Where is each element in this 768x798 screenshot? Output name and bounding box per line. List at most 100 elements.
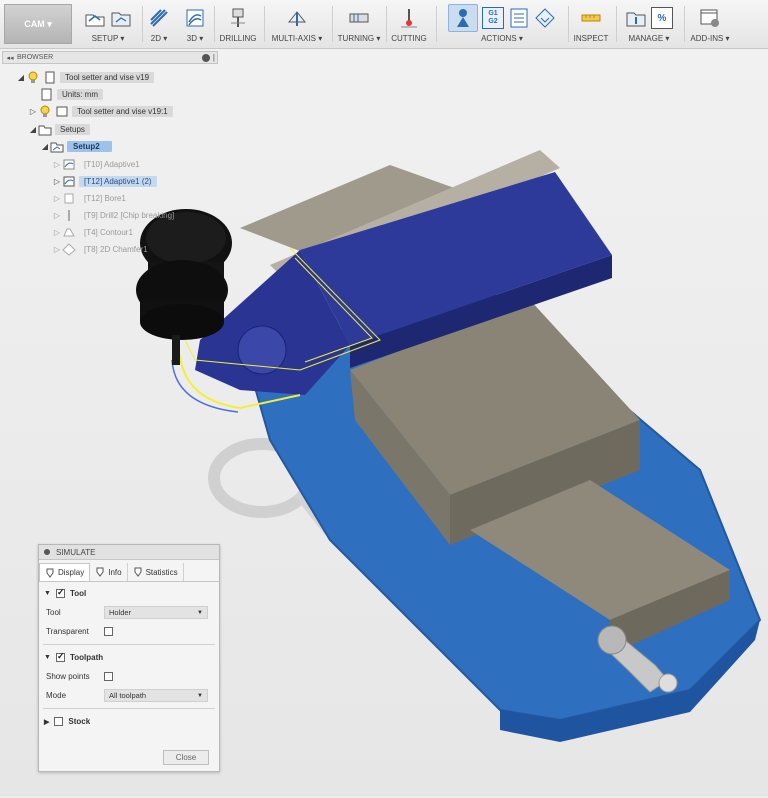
- tool-visible-checkbox[interactable]: [55, 587, 65, 598]
- collapse-browser-icon[interactable]: ◂◂: [3, 54, 17, 62]
- mode-dropdown[interactable]: All toolpath ▼: [104, 689, 208, 702]
- tab-statistics[interactable]: Statistics: [128, 563, 184, 581]
- 3d-milling-icon[interactable]: [184, 7, 206, 29]
- stock-visible-checkbox[interactable]: [54, 717, 64, 726]
- document-icon: [45, 71, 55, 84]
- section-divider: [43, 708, 215, 709]
- post-process-button[interactable]: G1 G2: [482, 7, 504, 29]
- browser-header[interactable]: ◂◂ BROWSER |: [2, 51, 218, 64]
- expand-triangle-icon[interactable]: ▷: [52, 194, 62, 203]
- expand-triangle-icon[interactable]: ▷: [52, 160, 62, 169]
- setup-folder-icon[interactable]: [110, 7, 132, 29]
- toolpath-section-header[interactable]: ▼ Toolpath: [39, 648, 219, 667]
- operation-label: [T8] 2D Chamfer1: [84, 245, 148, 254]
- expand-triangle-icon[interactable]: ▷: [52, 228, 62, 237]
- ribbon-toolbar: CAM ▾ SETUP ▾ 2D ▾ 3D ▾ DRILLING MULTI-A…: [0, 0, 768, 49]
- 3d-group[interactable]: 3D ▾: [180, 4, 210, 46]
- tree-operation[interactable]: ▷ [T8] 2D Chamfer1: [52, 242, 153, 257]
- expand-triangle-icon[interactable]: ▷: [52, 245, 62, 254]
- expand-triangle-icon[interactable]: ◢: [16, 73, 26, 82]
- tab-display[interactable]: Display: [39, 563, 91, 581]
- section-collapsed-icon[interactable]: ▶: [44, 718, 49, 726]
- post-library-button[interactable]: %: [651, 7, 673, 29]
- show-points-checkbox[interactable]: [104, 672, 113, 681]
- toolpath-visible-checkbox[interactable]: [55, 651, 65, 662]
- workspace-switcher-button[interactable]: CAM ▾: [4, 4, 72, 44]
- tree-operation[interactable]: ▷ [T9] Drill2 [Chip breaking]: [52, 208, 179, 223]
- visibility-bulb-icon[interactable]: [26, 71, 40, 84]
- tool-dropdown[interactable]: Holder ▼: [104, 606, 208, 619]
- panel-collapse-icon[interactable]: [44, 549, 50, 555]
- measure-icon[interactable]: [580, 7, 602, 29]
- manage-group[interactable]: % MANAGE ▾: [620, 4, 678, 46]
- setup-sheet-icon[interactable]: [508, 7, 530, 29]
- inspect-group[interactable]: INSPECT: [572, 4, 610, 46]
- tab-info-label: Info: [108, 567, 122, 577]
- generate-icon[interactable]: [534, 7, 556, 29]
- tree-component[interactable]: ▷ Tool setter and vise v19:1: [28, 104, 173, 119]
- transparent-row: Transparent: [39, 622, 219, 641]
- cutting-icon[interactable]: [398, 7, 420, 29]
- drill-op-icon: [68, 210, 70, 221]
- expand-triangle-icon[interactable]: ▷: [28, 107, 38, 116]
- cutting-group[interactable]: CUTTING: [390, 4, 428, 46]
- setup-group[interactable]: SETUP ▾: [78, 4, 138, 46]
- setup-group-label: SETUP ▾: [91, 34, 125, 43]
- tab-info[interactable]: Info: [90, 563, 128, 581]
- simulate-panel: SIMULATE Display Info Statistics ▼ Tool …: [38, 544, 220, 772]
- section-expanded-icon[interactable]: ▼: [44, 590, 51, 597]
- drilling-group[interactable]: DRILLING: [218, 4, 258, 46]
- tree-units[interactable]: Units: mm: [40, 87, 103, 102]
- tree-root[interactable]: ◢ Tool setter and vise v19: [16, 70, 155, 85]
- expand-triangle-icon[interactable]: ▷: [52, 177, 62, 186]
- 2d-group[interactable]: 2D ▾: [144, 4, 174, 46]
- tree-operation[interactable]: ▷ [T4] Contour1: [52, 225, 138, 240]
- component-icon: [56, 106, 68, 117]
- statistics-tab-icon: [134, 567, 142, 577]
- mode-row: Mode All toolpath ▼: [39, 686, 219, 705]
- visibility-bulb-icon[interactable]: [38, 105, 52, 118]
- turning-group[interactable]: TURNING ▾: [336, 4, 382, 46]
- scripts-addins-icon[interactable]: [699, 7, 721, 29]
- multi-axis-group[interactable]: MULTI-AXIS ▾: [268, 4, 326, 46]
- tool-section-header[interactable]: ▼ Tool: [39, 584, 219, 603]
- workspace-label: CAM ▾: [24, 18, 52, 29]
- multi-axis-icon[interactable]: [286, 7, 308, 29]
- close-button[interactable]: Close: [163, 750, 209, 765]
- simulate-button[interactable]: [448, 4, 478, 32]
- tree-operation[interactable]: ▷ [T10] Adaptive1: [52, 157, 145, 172]
- setup-icon: [50, 142, 64, 153]
- g2-text: G2: [488, 18, 498, 25]
- browser-options-icon[interactable]: [201, 53, 210, 62]
- tree-operation[interactable]: ▷ [T12] Adaptive1 (2): [52, 174, 157, 189]
- chamfer-op-icon: [62, 243, 76, 256]
- drill-icon[interactable]: [227, 7, 249, 29]
- units-label: Units: mm: [57, 89, 103, 100]
- simulate-header[interactable]: SIMULATE: [39, 545, 219, 560]
- operation-label: [T12] Adaptive1 (2): [79, 176, 157, 187]
- turning-icon[interactable]: [348, 7, 370, 29]
- add-ins-group[interactable]: ADD-INS ▾: [688, 4, 732, 46]
- toolbar-divider: [142, 6, 143, 42]
- mode-dropdown-value: All toolpath: [109, 691, 147, 700]
- tree-operation[interactable]: ▷ [T12] Bore1: [52, 191, 131, 206]
- transparent-checkbox[interactable]: [104, 627, 113, 636]
- 2d-milling-icon[interactable]: [148, 7, 170, 29]
- new-setup-icon[interactable]: [84, 7, 106, 29]
- section-expanded-icon[interactable]: ▼: [44, 654, 51, 661]
- browser-pin-icon[interactable]: |: [213, 53, 215, 62]
- adaptive-op-icon: [63, 159, 75, 170]
- stock-section-header[interactable]: ▶ Stock: [39, 712, 219, 731]
- tab-display-label: Display: [58, 568, 85, 577]
- mode-label: Mode: [46, 691, 67, 700]
- setups-label: Setups: [55, 124, 90, 135]
- tool-library-icon[interactable]: [625, 7, 647, 29]
- tree-setups[interactable]: ◢ Setups: [28, 122, 90, 137]
- units-doc-icon: [41, 88, 52, 101]
- expand-triangle-icon[interactable]: ▷: [52, 211, 62, 220]
- toolbar-divider: [436, 6, 437, 42]
- actions-group[interactable]: G1 G2 ACTIONS ▾: [440, 4, 564, 46]
- tree-setup2[interactable]: ◢ Setup2: [40, 139, 112, 154]
- expand-triangle-icon[interactable]: ◢: [28, 125, 38, 134]
- expand-triangle-icon[interactable]: ◢: [40, 142, 50, 151]
